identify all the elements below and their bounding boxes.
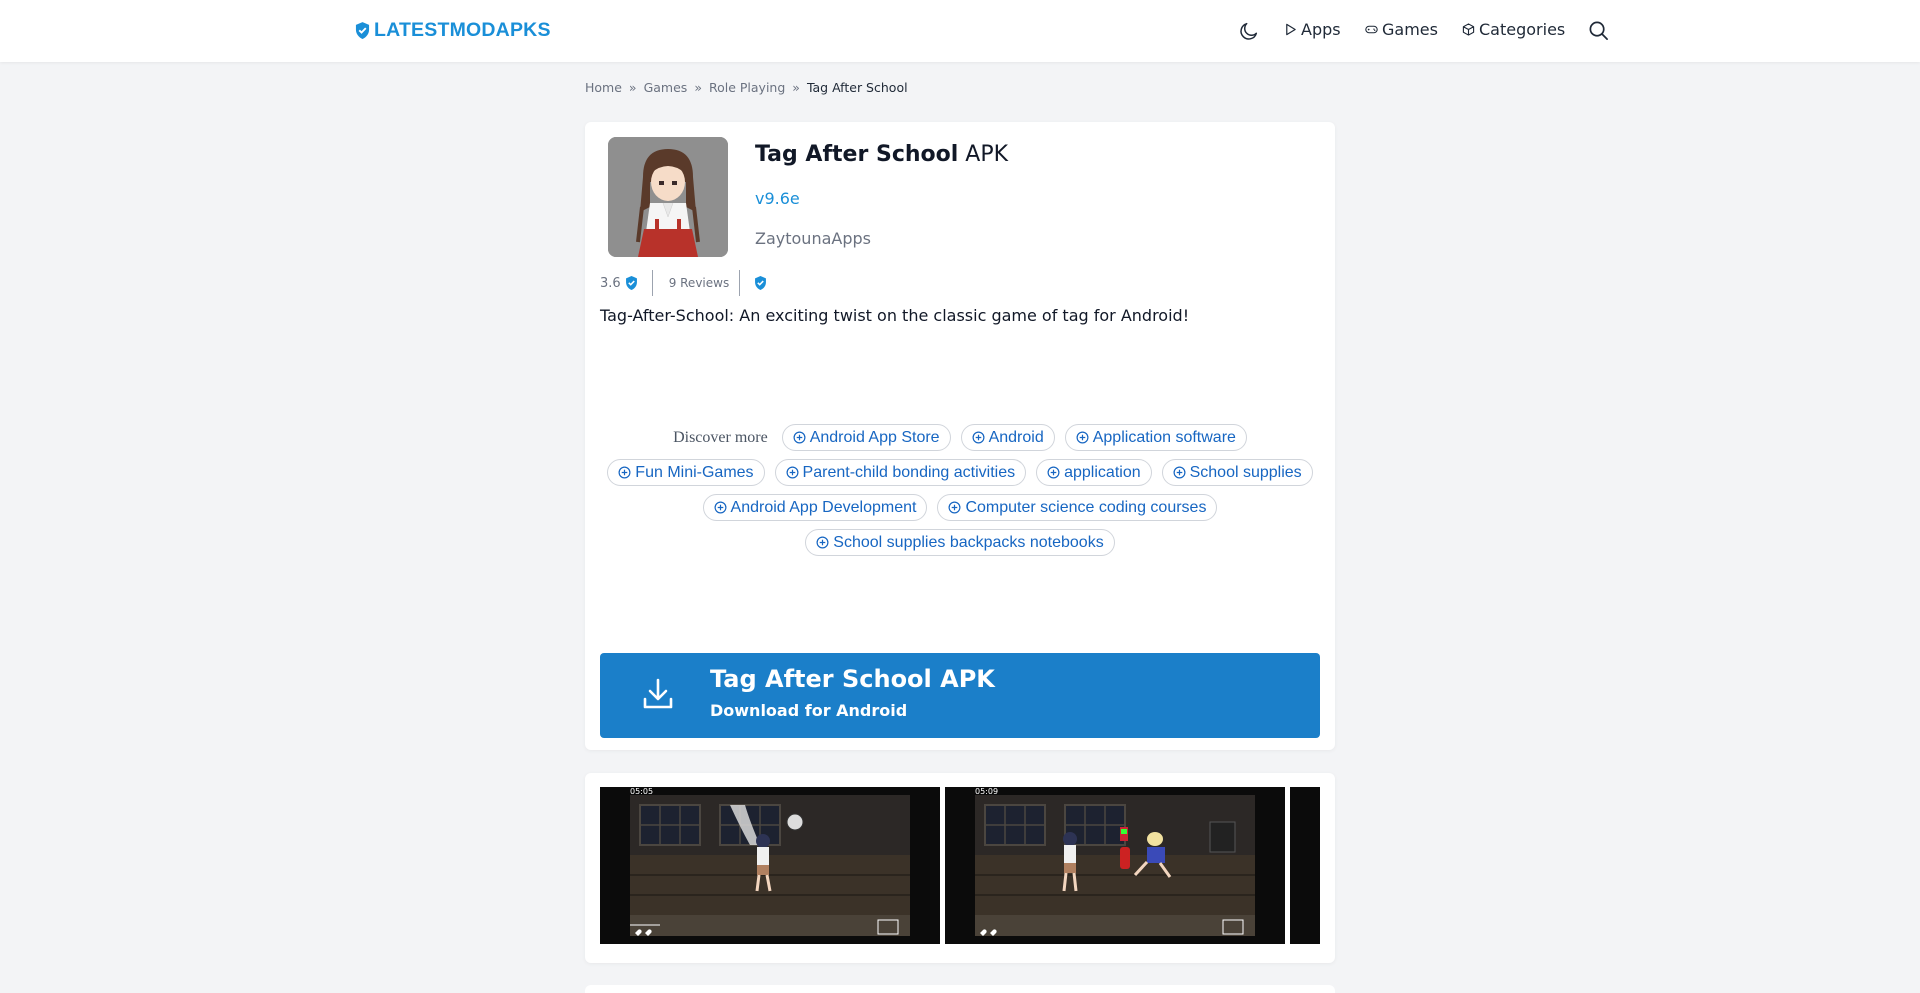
plus-circle-icon: [618, 466, 631, 479]
app-title-suffix: APK: [965, 142, 1009, 167]
rating: 3.6: [600, 270, 653, 296]
plus-circle-icon: [816, 536, 829, 549]
moon-icon[interactable]: [1238, 20, 1260, 42]
tag-button[interactable]: School supplies: [1161, 459, 1313, 486]
nav-categories[interactable]: Categories: [1462, 20, 1565, 39]
tag-row: Fun Mini-Games Parent-child bonding acti…: [600, 459, 1320, 486]
tag-label: School supplies: [1189, 463, 1302, 481]
gamepad-icon: [1365, 25, 1378, 34]
shield-check-icon: [355, 22, 370, 39]
nav-categories-label: Categories: [1479, 20, 1566, 39]
screenshot-1[interactable]: 05:05: [600, 787, 940, 944]
rating-row: 3.6 9 Reviews: [600, 270, 767, 296]
verified-shield-icon: [755, 276, 767, 290]
screenshot-time: 05:05: [630, 787, 653, 796]
download-button[interactable]: Tag After School APK Download for Androi…: [600, 653, 1320, 738]
breadcrumb-games[interactable]: Games: [644, 80, 688, 95]
app-description: Tag-After-School: An exciting twist on t…: [600, 306, 1190, 325]
tag-button[interactable]: application: [1036, 459, 1152, 486]
tag-label: Computer science coding courses: [965, 498, 1207, 516]
breadcrumb-role-playing[interactable]: Role Playing: [709, 80, 785, 95]
app-icon-image: [608, 137, 728, 257]
tag-label: School supplies backpacks notebooks: [833, 533, 1104, 551]
screenshot-2[interactable]: 05:09: [945, 787, 1285, 944]
tag-row: Android App Development Computer science…: [600, 494, 1320, 521]
breadcrumb-current: Tag After School: [806, 80, 908, 95]
nav-games[interactable]: Games: [1365, 20, 1438, 39]
tag-button[interactable]: Android: [960, 424, 1055, 451]
plus-circle-icon: [972, 431, 985, 444]
breadcrumb-home[interactable]: Home: [585, 80, 622, 95]
app-title: Tag After School APK: [755, 142, 1008, 167]
tag-button[interactable]: Fun Mini-Games: [607, 459, 765, 486]
app-info-card: Tag After School APK v9.6e ZaytounaApps …: [585, 122, 1335, 750]
plus-circle-icon: [1173, 466, 1186, 479]
tag-button[interactable]: Application software: [1064, 424, 1247, 451]
tag-button[interactable]: Android App Development: [702, 494, 928, 521]
tag-button[interactable]: Android App Store: [781, 424, 951, 451]
app-developer[interactable]: ZaytounaApps: [755, 229, 871, 248]
next-section-card: [585, 985, 1335, 993]
tag-button[interactable]: School supplies backpacks notebooks: [805, 529, 1115, 556]
tag-label: Android App Development: [730, 498, 917, 516]
breadcrumb-separator: »: [694, 80, 702, 95]
tag-label: Parent-child bonding activities: [802, 463, 1016, 481]
breadcrumb-separator: »: [628, 80, 637, 95]
plus-circle-icon: [714, 501, 727, 514]
plus-circle-icon: [786, 466, 799, 479]
site-header: LATESTMODAPKS Apps Games Categories: [0, 0, 1920, 62]
play-icon: [1286, 23, 1296, 36]
breadcrumb: Home » Games » Role Playing » Tag After …: [585, 80, 908, 95]
site-logo[interactable]: LATESTMODAPKS: [355, 19, 551, 42]
tag-label: Application software: [1092, 428, 1236, 446]
tag-row: Discover more Android App Store Android …: [600, 424, 1320, 451]
tag-label: application: [1064, 463, 1141, 481]
screenshot-3[interactable]: [1290, 787, 1320, 944]
search-icon[interactable]: [1588, 20, 1609, 41]
download-icon: [643, 678, 673, 709]
discover-more-section: Discover more Android App Store Android …: [600, 424, 1320, 564]
screenshot-time: 05:09: [975, 787, 998, 796]
logo-text: LATESTMODAPKS: [374, 19, 551, 41]
app-name: Tag After School: [755, 142, 959, 167]
plus-circle-icon: [1047, 466, 1060, 479]
rating-value: 3.6: [600, 275, 621, 291]
screenshots-card: 05:05 05:09: [585, 773, 1335, 963]
plus-circle-icon: [793, 431, 806, 444]
plus-circle-icon: [1076, 431, 1089, 444]
verified-badge: [740, 276, 767, 290]
tag-label: Android App Store: [809, 428, 940, 446]
app-version[interactable]: v9.6e: [755, 189, 800, 208]
nav-apps-label: Apps: [1301, 20, 1341, 39]
reviews-count[interactable]: 9 Reviews: [653, 270, 741, 296]
tag-button[interactable]: Parent-child bonding activities: [774, 459, 1027, 486]
discover-more-label: Discover more: [673, 428, 768, 446]
cube-icon: [1462, 23, 1475, 36]
plus-circle-icon: [948, 501, 961, 514]
breadcrumb-separator: »: [792, 80, 800, 95]
tag-row: School supplies backpacks notebooks: [600, 529, 1320, 556]
tag-button[interactable]: Computer science coding courses: [937, 494, 1218, 521]
download-title: Tag After School APK: [710, 665, 995, 693]
verified-shield-icon: [625, 276, 637, 290]
tag-label: Fun Mini-Games: [635, 463, 754, 481]
nav-apps[interactable]: Apps: [1284, 20, 1341, 39]
tag-label: Android: [988, 428, 1044, 446]
download-subtitle: Download for Android: [710, 701, 908, 720]
nav-games-label: Games: [1382, 20, 1438, 39]
